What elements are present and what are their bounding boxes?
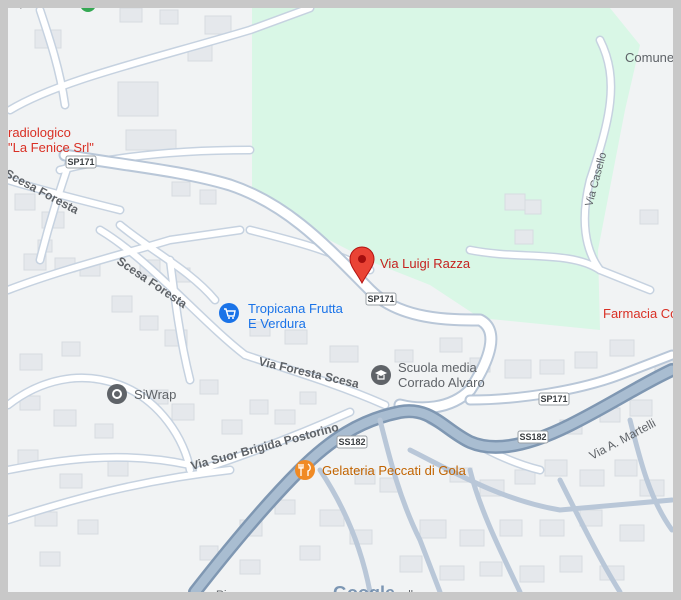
poi-tropicana-label-2: E Verdura (248, 316, 307, 331)
svg-text:SS182: SS182 (519, 432, 546, 442)
shield-sp171-c: SP171 (538, 392, 570, 406)
shield-ss182-a: SS182 (336, 435, 368, 449)
shopping-cart-icon (219, 303, 239, 323)
poi-scuola-label-2: Corrado Alvaro (398, 375, 485, 390)
svg-text:SS182: SS182 (338, 437, 365, 447)
shield-ss182-b: SS182 (517, 430, 549, 444)
poi-via-luigi-razza-label: Via Luigi Razza (380, 256, 471, 271)
shield-sp171-a: SP171 (65, 155, 97, 169)
label-comune: Comune (625, 50, 674, 65)
label-farmacia: Farmacia Co (603, 306, 677, 321)
poi-scuola-label-1: Scuola media (398, 360, 478, 375)
label-la-fenice: "La Fenice Srl" (8, 140, 94, 155)
poi-tropicana-label-1: Tropicana Frutta (248, 301, 344, 316)
location-dot-icon (107, 384, 127, 404)
poi-siwrap[interactable]: SiWrap (107, 384, 176, 404)
shield-sp171-b: SP171 (365, 292, 397, 306)
poi-siwrap-label: SiWrap (134, 387, 176, 402)
location-pin-dot (358, 255, 366, 263)
svg-text:SP171: SP171 (67, 157, 94, 167)
map-view[interactable]: a sportiva radiologico "La Fenice Srl" C… (0, 0, 681, 600)
label-radiologico: radiologico (8, 125, 71, 140)
cutlery-icon (295, 460, 315, 480)
poi-gelateria-label: Gelateria Peccati di Gola (322, 463, 467, 478)
svg-text:SP171: SP171 (367, 294, 394, 304)
svg-text:SP171: SP171 (540, 394, 567, 404)
